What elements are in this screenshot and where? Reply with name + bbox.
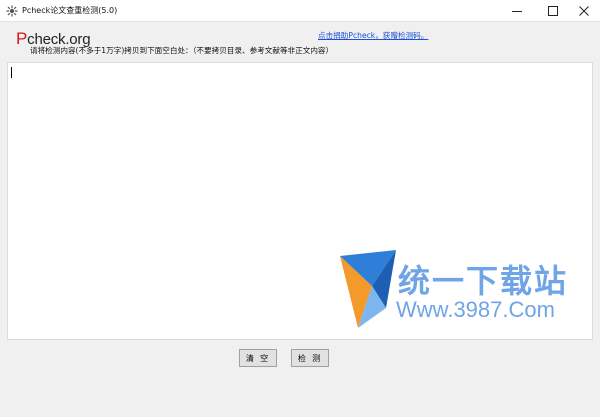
clear-button[interactable]: 清 空 — [239, 349, 277, 367]
title-bar: Pcheck论文查重检测(5.0) — [0, 0, 600, 22]
text-caret — [11, 67, 12, 78]
watermark-logo-icon — [340, 250, 396, 328]
watermark: 统一下载站 Www.3987.Com — [336, 246, 586, 332]
app-icon — [6, 5, 18, 17]
check-button[interactable]: 检 测 — [291, 349, 329, 367]
close-button[interactable] — [567, 0, 600, 22]
donate-link[interactable]: 点击捐助Pcheck，获赠检测码。 — [318, 30, 428, 41]
maximize-icon — [547, 6, 558, 16]
watermark-title: 统一下载站 — [398, 262, 569, 300]
maximize-button[interactable] — [536, 0, 569, 22]
close-icon — [578, 6, 589, 16]
minimize-icon — [511, 11, 522, 12]
instruction-text: 请将检测内容(不多于1万字)拷贝到下面空白处：（不要拷贝目录、参考文献等非正文内… — [30, 46, 334, 55]
logo-initial: P — [16, 29, 28, 48]
minimize-button[interactable] — [500, 0, 533, 22]
window-title: Pcheck论文查重检测(5.0) — [22, 6, 118, 15]
watermark-url: Www.3987.Com — [396, 297, 555, 322]
